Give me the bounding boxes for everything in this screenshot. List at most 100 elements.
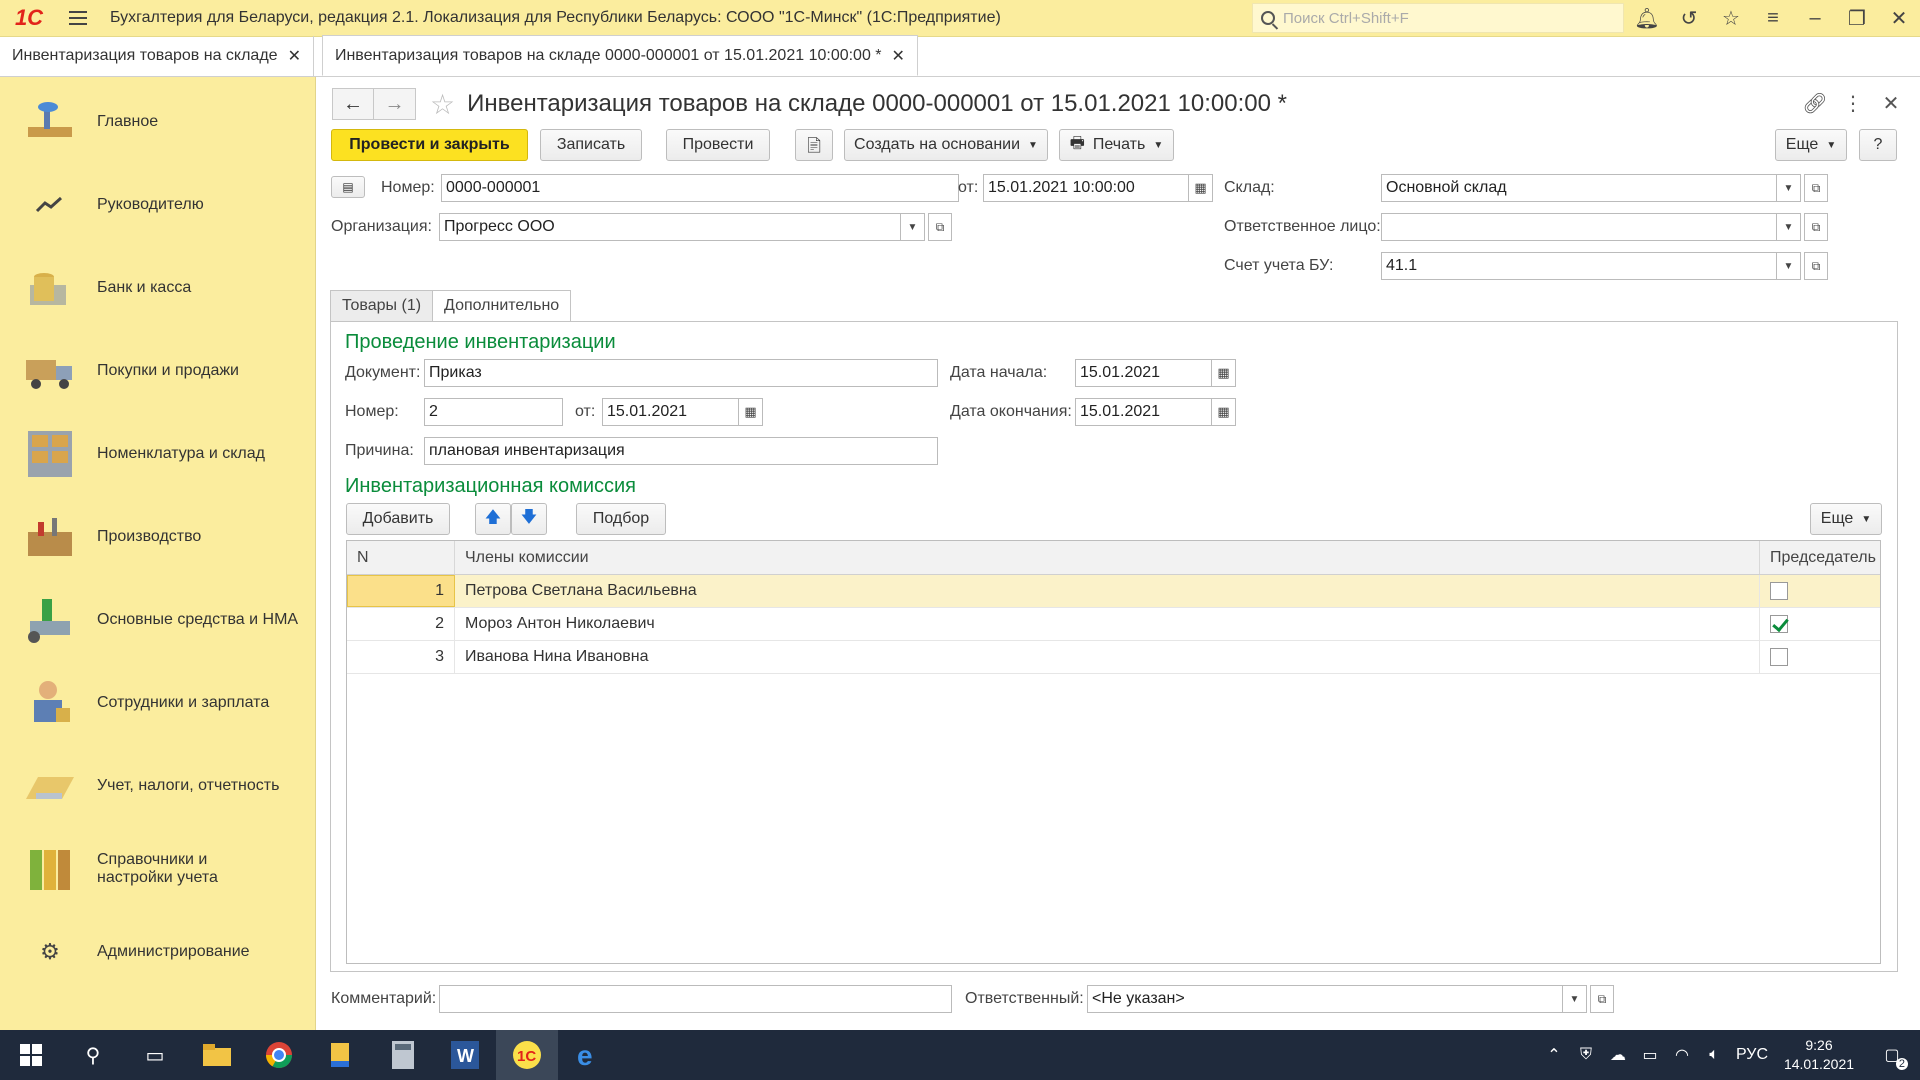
sidebar-item-nomenclature[interactable]: Номенклатура и склад <box>0 419 316 489</box>
input-language[interactable]: РУС <box>1730 1030 1774 1080</box>
more-actions-icon[interactable]: ⋮ <box>1834 87 1872 119</box>
shield-icon[interactable]: ⛨ <box>1570 1030 1602 1080</box>
organization-field[interactable]: Прогресс ООО <box>439 213 901 241</box>
close-form-icon[interactable]: ✕ <box>1872 87 1910 119</box>
sidebar-item-production[interactable]: Производство <box>0 502 316 572</box>
calendar-icon[interactable]: ▦ <box>1212 359 1236 387</box>
history-icon[interactable]: ↺ <box>1668 0 1710 37</box>
open-responsible-icon[interactable]: ⧉ <box>1590 985 1614 1013</box>
commission-more-button[interactable]: Еще ▼ <box>1810 503 1882 535</box>
open-responsible-person-icon[interactable]: ⧉ <box>1804 213 1828 241</box>
open-warehouse-icon[interactable]: ⧉ <box>1804 174 1828 202</box>
end-date-field[interactable]: 15.01.2021 <box>1075 398 1212 426</box>
task-view-icon[interactable]: ▭ <box>124 1030 186 1080</box>
order-number-field[interactable]: 2 <box>424 398 563 426</box>
app-logo[interactable]: 1С <box>0 0 58 37</box>
tab-additional[interactable]: Дополнительно <box>432 290 572 322</box>
move-up-button[interactable]: 🡅 <box>475 503 511 535</box>
responsible-person-field[interactable] <box>1381 213 1777 241</box>
dropdown-icon[interactable]: ▼ <box>1563 985 1587 1013</box>
link-icon[interactable]: 🔗︎ <box>1796 87 1834 119</box>
document-report-button[interactable]: 📄︎ <box>795 129 833 161</box>
file-explorer-icon[interactable] <box>186 1030 248 1080</box>
responsible-field[interactable]: <Не указан> <box>1087 985 1563 1013</box>
account-field[interactable]: 41.1 <box>1381 252 1777 280</box>
table-row[interactable]: 2 Мороз Антон Николаевич <box>347 608 1880 641</box>
favorites-star-icon[interactable]: ☆ <box>1710 0 1752 37</box>
1c-app-icon[interactable]: 1С <box>496 1030 558 1080</box>
battery-icon[interactable]: ▭ <box>1634 1030 1666 1080</box>
sticky-folder-icon[interactable] <box>310 1030 372 1080</box>
number-field[interactable]: 0000-000001 <box>441 174 959 202</box>
sidebar-item-employees[interactable]: Сотрудники и зарплата <box>0 668 316 738</box>
help-button[interactable]: ? <box>1859 129 1897 161</box>
create-based-on-button[interactable]: Создать на основании ▼ <box>844 129 1048 161</box>
calendar-icon[interactable]: ▦ <box>1212 398 1236 426</box>
close-tab-icon[interactable]: ✕ <box>892 46 905 66</box>
restore-icon[interactable]: ❐ <box>1836 0 1878 37</box>
move-down-button[interactable]: 🡇 <box>511 503 547 535</box>
calendar-icon[interactable]: ▦ <box>1189 174 1213 202</box>
add-member-button[interactable]: Добавить <box>346 503 450 535</box>
close-tab-icon[interactable]: ✕ <box>288 46 301 66</box>
sidebar-item-manager[interactable]: Руководителю <box>0 170 316 240</box>
table-row[interactable]: 3 Иванова Нина Ивановна <box>347 641 1880 674</box>
tab-inventory-list[interactable]: Инвентаризация товаров на складе ✕ <box>0 36 314 76</box>
calendar-icon[interactable]: ▦ <box>739 398 763 426</box>
post-button[interactable]: Провести <box>666 129 770 161</box>
global-search-input[interactable]: Поиск Ctrl+Shift+F <box>1252 3 1624 33</box>
open-account-icon[interactable]: ⧉ <box>1804 252 1828 280</box>
sidebar-item-references-settings[interactable]: Справочники и настройки учета <box>0 834 316 904</box>
column-header-members[interactable]: Члены комиссии <box>455 541 1760 574</box>
document-date-field[interactable]: 15.01.2021 10:00:00 <box>983 174 1189 202</box>
sidebar-item-bank[interactable]: Банк и касса <box>0 253 316 323</box>
chairman-checkbox[interactable] <box>1770 648 1788 666</box>
sidebar-item-administration[interactable]: ⚙ Администрирование <box>0 917 316 987</box>
tab-goods[interactable]: Товары (1) <box>330 290 434 322</box>
favorite-star-icon[interactable]: ☆ <box>430 88 455 121</box>
save-button[interactable]: Записать <box>540 129 642 161</box>
volume-icon[interactable]: 🔈︎ <box>1698 1030 1730 1080</box>
back-button[interactable]: ← <box>332 88 374 120</box>
sidebar-item-accounting-taxes[interactable]: Учет, налоги, отчетность <box>0 751 316 821</box>
dropdown-icon[interactable]: ▼ <box>901 213 925 241</box>
main-menu-button[interactable] <box>58 0 98 37</box>
wifi-icon[interactable]: ◠ <box>1666 1030 1698 1080</box>
network-warning-icon[interactable]: ☁ <box>1602 1030 1634 1080</box>
search-icon[interactable]: ⚲ <box>62 1030 124 1080</box>
close-window-icon[interactable]: ✕ <box>1878 0 1920 37</box>
dropdown-icon[interactable]: ▼ <box>1777 252 1801 280</box>
dropdown-icon[interactable]: ▼ <box>1777 174 1801 202</box>
edge-icon[interactable]: e <box>558 1030 620 1080</box>
chairman-checkbox[interactable] <box>1770 582 1788 600</box>
pick-button[interactable]: Подбор <box>576 503 666 535</box>
comment-field[interactable] <box>439 985 952 1013</box>
column-header-chairman[interactable]: Председатель <box>1760 541 1880 574</box>
warehouse-field[interactable]: Основной склад <box>1381 174 1777 202</box>
open-organization-icon[interactable]: ⧉ <box>928 213 952 241</box>
more-button[interactable]: Еще ▼ <box>1775 129 1847 161</box>
sidebar-item-purchases-sales[interactable]: Покупки и продажи <box>0 336 316 406</box>
dropdown-icon[interactable]: ▼ <box>1777 213 1801 241</box>
minimize-icon[interactable]: – <box>1794 0 1836 37</box>
start-date-field[interactable]: 15.01.2021 <box>1075 359 1212 387</box>
sidebar-item-main[interactable]: Главное <box>0 87 316 157</box>
post-and-close-button[interactable]: Провести и закрыть <box>331 129 528 161</box>
windows-start-icon[interactable] <box>0 1030 62 1080</box>
table-row[interactable]: 1 Петрова Светлана Васильевна <box>347 575 1880 608</box>
reason-field[interactable]: плановая инвентаризация <box>424 437 938 465</box>
number-settings-button[interactable]: ▤ <box>331 176 365 198</box>
settings-menu-icon[interactable]: ≡ <box>1752 0 1794 37</box>
commission-table[interactable]: N Члены комиссии Председатель 1 Петрова … <box>346 540 1881 964</box>
tab-inventory-document[interactable]: Инвентаризация товаров на складе 0000-00… <box>321 35 918 76</box>
clock[interactable]: 9:26 14.01.2021 <box>1774 1036 1864 1074</box>
order-document-field[interactable]: Приказ <box>424 359 938 387</box>
notifications-icon[interactable]: ▢ 2 <box>1864 1030 1920 1080</box>
bell-icon[interactable]: 🔔︎ <box>1626 0 1668 37</box>
column-header-n[interactable]: N <box>347 541 455 574</box>
chrome-icon[interactable] <box>248 1030 310 1080</box>
forward-button[interactable]: → <box>374 88 416 120</box>
tray-chevron-up-icon[interactable]: ⌃ <box>1538 1030 1570 1080</box>
word-icon[interactable]: W <box>434 1030 496 1080</box>
order-date-field[interactable]: 15.01.2021 <box>602 398 739 426</box>
